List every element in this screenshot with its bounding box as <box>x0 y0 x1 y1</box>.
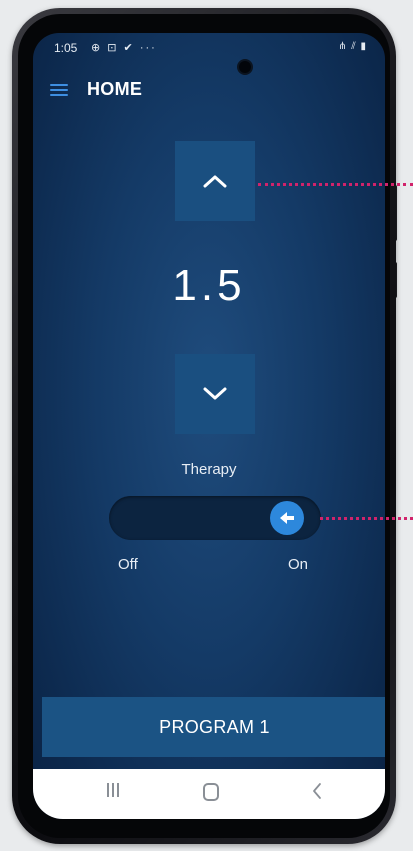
status-bar: 1:05 ⊕ ⊡ ✔ ··· ⋔ ⫽ ▮ <box>33 33 385 61</box>
hamburger-menu-icon[interactable] <box>50 84 68 97</box>
decrease-button[interactable] <box>175 354 255 434</box>
app-bar: HOME <box>33 71 385 107</box>
callout-line-toggle <box>320 517 413 520</box>
increase-button[interactable] <box>175 141 255 221</box>
callout-line-increase <box>258 183 413 186</box>
home-icon[interactable] <box>203 783 219 801</box>
system-status-icons: ⋔ ⫽ ▮ <box>338 41 367 52</box>
program-button[interactable]: PROGRAM 1 <box>42 697 385 757</box>
page-title: HOME <box>87 79 143 99</box>
therapy-label: Therapy <box>181 461 237 478</box>
toggle-on-label: On <box>288 556 309 573</box>
therapy-value: 1.5 <box>172 261 246 310</box>
notification-icons: ⊕ ⊡ ✔ ··· <box>91 42 157 54</box>
arrow-left-icon <box>280 512 294 524</box>
system-nav-bar <box>33 769 385 819</box>
phone-screen: 1:05 ⊕ ⊡ ✔ ··· ⋔ ⫽ ▮ HOME 1.5 Therapy Of… <box>33 33 385 819</box>
recent-apps-icon[interactable] <box>107 783 121 799</box>
status-time: 1:05 <box>54 41 78 55</box>
therapy-toggle-knob[interactable] <box>270 501 304 535</box>
page: 1:05 ⊕ ⊡ ✔ ··· ⋔ ⫽ ▮ HOME 1.5 Therapy Of… <box>0 0 413 851</box>
chevron-up-icon <box>203 175 227 188</box>
toggle-off-label: Off <box>118 556 138 573</box>
back-icon[interactable] <box>310 781 324 801</box>
chevron-down-icon <box>203 387 227 400</box>
